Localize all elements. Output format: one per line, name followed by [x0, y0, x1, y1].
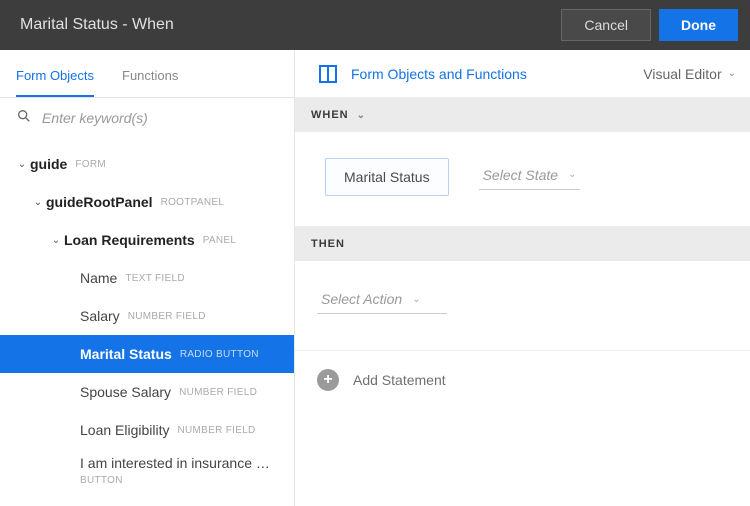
- tree-node-type: NUMBER FIELD: [178, 425, 256, 436]
- search-icon: [16, 108, 32, 127]
- add-statement-button[interactable]: + Add Statement: [295, 351, 750, 409]
- tree-node-type: FORM: [75, 159, 106, 170]
- tab-form-objects[interactable]: Form Objects: [16, 68, 94, 97]
- tree-node-label: Name: [80, 270, 117, 286]
- select-action-dropdown[interactable]: Select Action ⌄: [317, 289, 447, 314]
- condition-field-chip[interactable]: Marital Status: [325, 158, 449, 196]
- tree-node-label: guide: [30, 156, 67, 172]
- tree-node-label: Marital Status: [80, 346, 172, 362]
- tree-node-marital-status[interactable]: Marital Status RADIO BUTTON: [0, 335, 294, 373]
- editor-mode-dropdown[interactable]: Visual Editor ⌄: [643, 66, 736, 82]
- tree-node-rootpanel[interactable]: ⌄ guideRootPanel ROOTPANEL: [0, 183, 294, 221]
- when-section-header[interactable]: WHEN ⌄: [295, 98, 750, 132]
- editor-mode-label: Visual Editor: [643, 66, 721, 82]
- select-state-label: Select State: [483, 167, 559, 183]
- tree-node-type: ROOTPANEL: [161, 197, 225, 208]
- chevron-down-icon: ⌄: [568, 169, 576, 180]
- chevron-down-icon: ⌄: [48, 235, 64, 246]
- tree-node-type: BUTTON: [80, 475, 286, 486]
- tree-node-label: Loan Eligibility: [80, 422, 170, 438]
- done-button[interactable]: Done: [659, 9, 738, 41]
- tree-node-type: TEXT FIELD: [125, 273, 185, 284]
- right-panel-title[interactable]: Form Objects and Functions: [351, 66, 643, 82]
- tree-node-label: I am interested in insurance …: [80, 455, 270, 471]
- tree-node-guide[interactable]: ⌄ guide FORM: [0, 145, 294, 183]
- then-label: THEN: [311, 238, 345, 250]
- form-objects-icon: [319, 65, 337, 83]
- tree-node-loan-eligibility[interactable]: Loan Eligibility NUMBER FIELD: [0, 411, 294, 449]
- tree-view[interactable]: ⌄ guide FORM ⌄ guideRootPanel ROOTPANEL …: [0, 141, 294, 506]
- search-input[interactable]: [42, 110, 278, 126]
- tree-node-label: Loan Requirements: [64, 232, 195, 248]
- when-label: WHEN: [311, 109, 349, 121]
- then-section-header: THEN: [295, 227, 750, 261]
- tree-node-name[interactable]: Name TEXT FIELD: [0, 259, 294, 297]
- tree-node-type: RADIO BUTTON: [180, 349, 259, 360]
- chevron-down-icon: ⌄: [357, 110, 366, 121]
- tree-node-type: NUMBER FIELD: [179, 387, 257, 398]
- tree-node-type: PANEL: [203, 235, 237, 246]
- add-statement-label: Add Statement: [353, 372, 446, 388]
- select-action-label: Select Action: [321, 291, 402, 307]
- chevron-down-icon: ⌄: [30, 197, 46, 208]
- cancel-button[interactable]: Cancel: [561, 9, 651, 41]
- chevron-down-icon: ⌄: [14, 159, 30, 170]
- chevron-down-icon: ⌄: [728, 68, 736, 79]
- tree-node-label: Spouse Salary: [80, 384, 171, 400]
- tree-node-loan-requirements[interactable]: ⌄ Loan Requirements PANEL: [0, 221, 294, 259]
- tree-node-insurance-button[interactable]: I am interested in insurance … BUTTON: [0, 449, 294, 492]
- tab-functions[interactable]: Functions: [122, 68, 178, 97]
- tree-node-spouse-salary[interactable]: Spouse Salary NUMBER FIELD: [0, 373, 294, 411]
- page-title: Marital Status - When: [20, 16, 553, 34]
- tree-node-label: guideRootPanel: [46, 194, 153, 210]
- tree-node-salary[interactable]: Salary NUMBER FIELD: [0, 297, 294, 335]
- plus-icon: +: [317, 369, 339, 391]
- chevron-down-icon: ⌄: [412, 294, 420, 305]
- select-state-dropdown[interactable]: Select State ⌄: [479, 165, 581, 190]
- tree-node-type: NUMBER FIELD: [128, 311, 206, 322]
- tree-node-label: Salary: [80, 308, 120, 324]
